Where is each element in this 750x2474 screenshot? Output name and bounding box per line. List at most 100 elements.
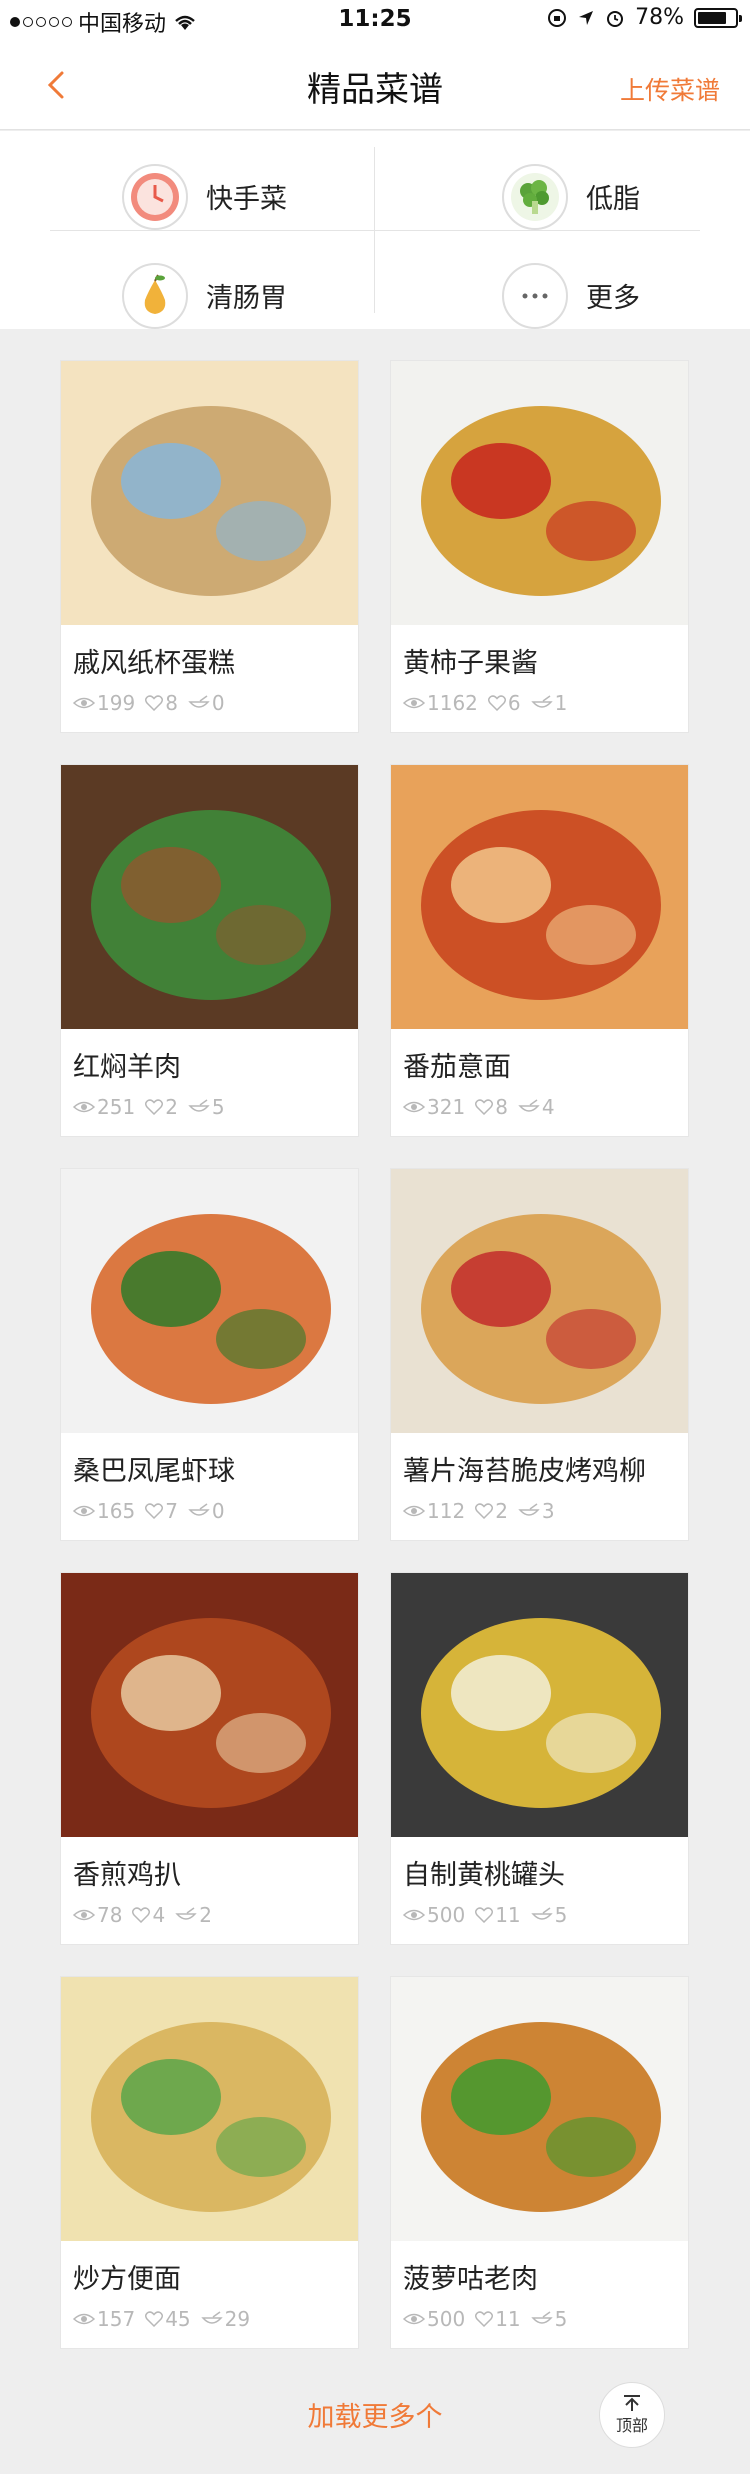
like-icon xyxy=(145,695,164,711)
recipe-stats: 500 11 5 xyxy=(403,1903,577,1927)
recipe-name: 薯片海苔脆皮烤鸡柳 xyxy=(403,1456,646,1487)
comment-count: 5 xyxy=(554,1903,568,1927)
view-icon xyxy=(403,697,425,709)
view-count: 157 xyxy=(97,2307,136,2331)
recipe-photo xyxy=(391,765,688,1029)
footer: 加载更多个 顶部 xyxy=(0,2350,750,2474)
recipe-photo xyxy=(391,1169,688,1433)
like-count: 8 xyxy=(165,691,178,715)
back-to-top-button[interactable]: 顶部 xyxy=(599,2382,665,2448)
recipe-name: 自制黄桃罐头 xyxy=(403,1860,565,1891)
navigation-bar: 精品菜谱 上传菜谱 xyxy=(0,40,750,130)
recipe-card[interactable]: 红焖羊肉 251 2 5 xyxy=(60,764,359,1137)
view-count: 500 xyxy=(427,2307,466,2331)
view-icon xyxy=(403,1101,425,1113)
recipe-photo xyxy=(391,1573,688,1837)
status-bar: 中国移动 11:25 78% xyxy=(0,0,750,40)
like-icon xyxy=(145,1503,164,1519)
category-more[interactable]: 更多 xyxy=(502,246,750,345)
recipe-card[interactable]: 戚风纸杯蛋糕 199 8 0 xyxy=(60,360,359,733)
recipe-stats: 500 11 5 xyxy=(403,2307,577,2331)
recipe-card[interactable]: 薯片海苔脆皮烤鸡柳 112 2 3 xyxy=(390,1168,689,1541)
like-count: 2 xyxy=(495,1499,508,1523)
view-icon xyxy=(403,1505,425,1517)
like-icon xyxy=(475,1099,494,1115)
view-icon xyxy=(403,1909,425,1921)
like-icon xyxy=(475,1907,494,1923)
broccoli-icon xyxy=(502,163,568,230)
comment-icon xyxy=(175,1907,197,1920)
recipe-card[interactable]: 香煎鸡扒 78 4 2 xyxy=(60,1572,359,1945)
recipe-name: 桑巴凤尾虾球 xyxy=(73,1456,235,1487)
like-count: 4 xyxy=(152,1903,166,1927)
like-count: 11 xyxy=(495,1903,521,1927)
recipe-stats: 199 8 0 xyxy=(73,691,235,715)
status-right: 78% xyxy=(547,5,742,30)
back-to-top-label: 顶部 xyxy=(615,2416,648,2435)
like-icon xyxy=(475,2311,494,2327)
recipe-name: 黄柿子果酱 xyxy=(403,648,538,679)
view-icon xyxy=(403,2313,425,2325)
recipe-name: 戚风纸杯蛋糕 xyxy=(73,648,235,679)
view-icon xyxy=(73,1505,95,1517)
recipe-card[interactable]: 菠萝咕老肉 500 11 5 xyxy=(390,1976,689,2349)
upload-recipe-button[interactable]: 上传菜谱 xyxy=(620,71,720,107)
recipe-stats: 251 2 5 xyxy=(73,1095,235,1119)
recipe-photo xyxy=(61,1977,358,2241)
comment-count: 0 xyxy=(211,1499,225,1523)
like-icon xyxy=(487,695,506,711)
recipe-card[interactable]: 炒方便面 157 45 29 xyxy=(60,1976,359,2349)
comment-count: 29 xyxy=(224,2307,251,2331)
recipe-stats: 165 7 0 xyxy=(73,1499,235,1523)
comment-count: 0 xyxy=(211,691,225,715)
category-panel: 快手菜 低脂 清肠胃 更多 xyxy=(0,131,750,329)
clock-icon xyxy=(122,163,188,230)
comment-count: 5 xyxy=(554,2307,568,2331)
category-label: 低脂 xyxy=(586,184,640,215)
recipe-card[interactable]: 番茄意面 321 8 4 xyxy=(390,764,689,1137)
comment-icon xyxy=(530,2311,553,2324)
view-count: 165 xyxy=(97,1499,136,1523)
like-icon xyxy=(145,2311,164,2327)
comment-icon xyxy=(188,695,210,708)
category-lowfat[interactable]: 低脂 xyxy=(502,147,750,246)
comment-count: 3 xyxy=(541,1499,555,1523)
category-quick[interactable]: 快手菜 xyxy=(122,147,462,246)
recipe-stats: 157 45 29 xyxy=(73,2307,260,2331)
recipe-name: 番茄意面 xyxy=(403,1052,511,1083)
view-count: 1162 xyxy=(427,691,478,715)
comment-icon xyxy=(530,695,553,708)
view-count: 78 xyxy=(97,1903,123,1927)
battery-icon xyxy=(694,7,742,28)
category-label: 快手菜 xyxy=(206,184,287,215)
recipe-card[interactable]: 桑巴凤尾虾球 165 7 0 xyxy=(60,1168,359,1541)
like-count: 11 xyxy=(495,2307,521,2331)
arrow-up-icon xyxy=(624,2395,640,2411)
recipe-photo xyxy=(61,1573,358,1837)
view-icon xyxy=(73,1101,95,1113)
comment-count: 5 xyxy=(211,1095,225,1119)
category-gut[interactable]: 清肠胃 xyxy=(122,246,462,345)
view-icon xyxy=(73,1909,95,1921)
like-count: 45 xyxy=(165,2307,191,2331)
recipe-photo xyxy=(61,1169,358,1433)
comment-icon xyxy=(518,1503,540,1516)
view-icon xyxy=(73,697,95,709)
more-icon xyxy=(502,262,568,329)
view-count: 321 xyxy=(427,1095,466,1119)
like-count: 2 xyxy=(165,1095,178,1119)
like-count: 6 xyxy=(507,691,521,715)
comment-count: 1 xyxy=(554,691,568,715)
comment-icon xyxy=(200,2311,223,2324)
recipe-card[interactable]: 黄柿子果酱 1162 6 1 xyxy=(390,360,689,733)
recipe-photo xyxy=(391,1977,688,2241)
recipe-stats: 112 2 3 xyxy=(403,1499,565,1523)
location-icon xyxy=(579,10,594,25)
recipe-card[interactable]: 自制黄桃罐头 500 11 5 xyxy=(390,1572,689,1945)
recipe-stats: 1162 6 1 xyxy=(403,691,577,715)
view-count: 199 xyxy=(97,691,136,715)
recipe-photo xyxy=(61,765,358,1029)
battery-percent: 78% xyxy=(635,5,684,30)
recipe-stats: 78 4 2 xyxy=(73,1903,222,1927)
like-icon xyxy=(132,1907,151,1923)
